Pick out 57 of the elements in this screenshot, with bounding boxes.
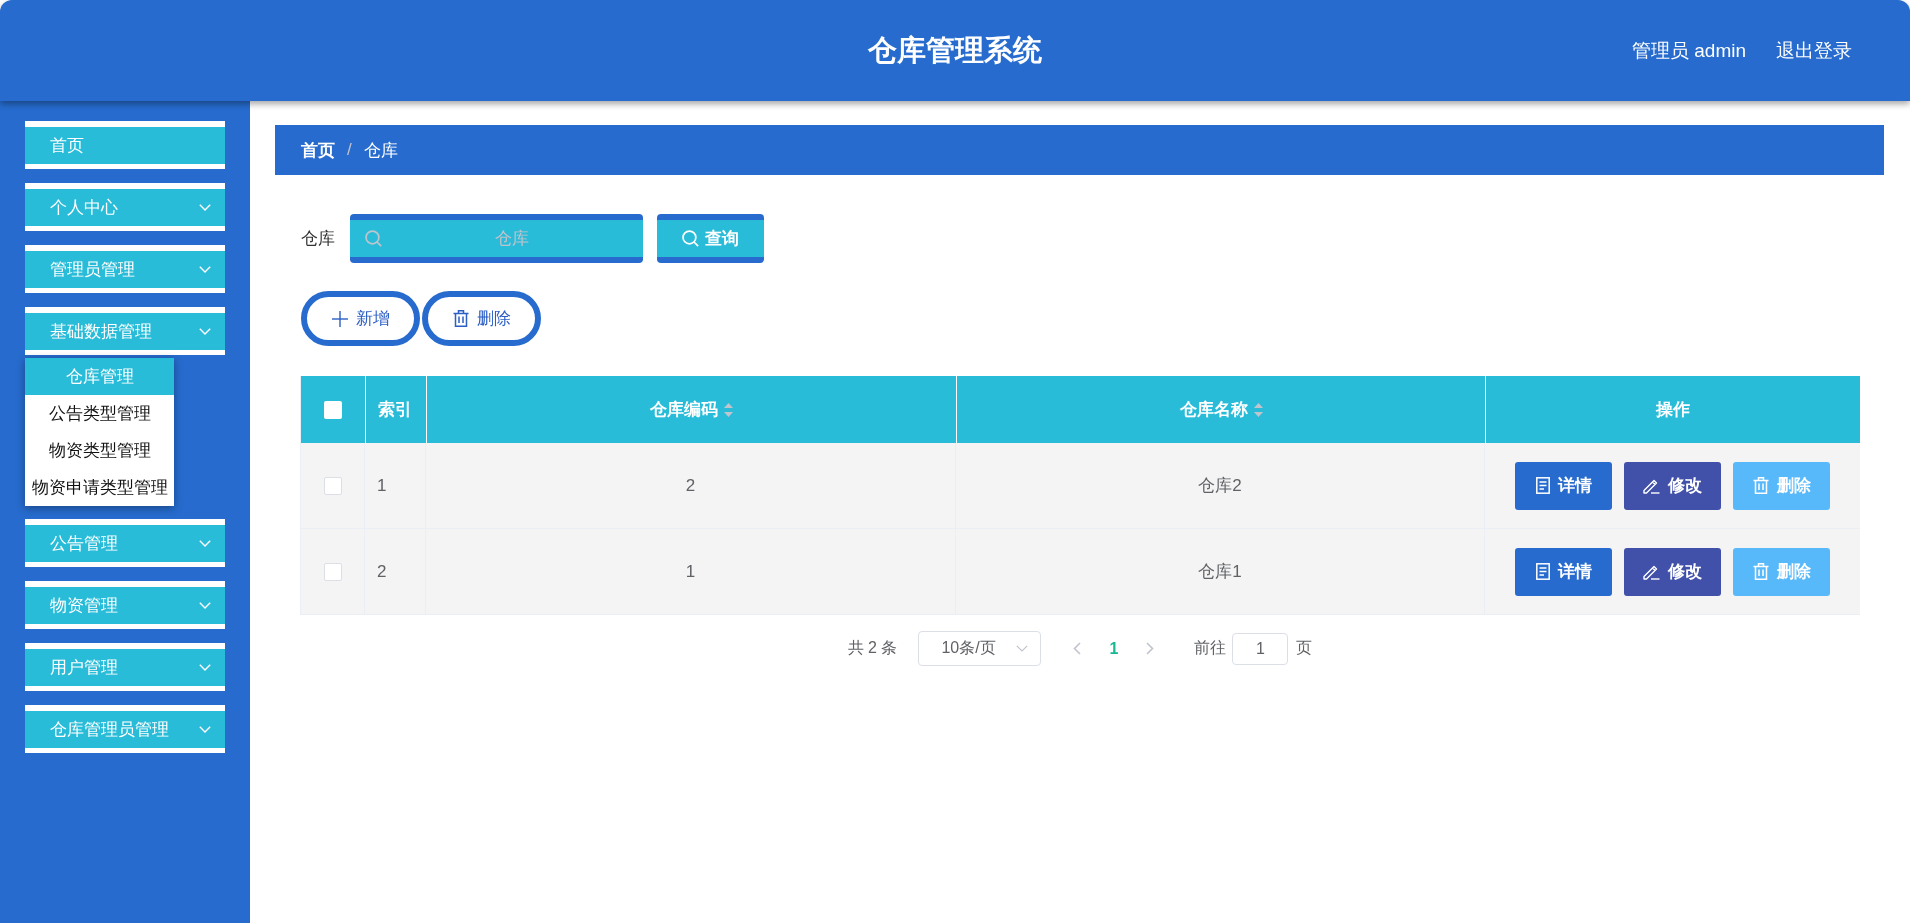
table-cell: 仓库1	[956, 529, 1485, 614]
search-field[interactable]: 仓库	[350, 214, 643, 263]
detail-button[interactable]: 详情	[1515, 547, 1612, 596]
chevron-down-icon	[199, 664, 211, 671]
chevron-down-icon	[199, 602, 211, 609]
submenu-item[interactable]: 物资申请类型管理	[25, 469, 174, 506]
page-suffix: 页	[1296, 638, 1313, 658]
sort-icon[interactable]	[1253, 402, 1263, 417]
document-icon	[1535, 477, 1550, 494]
row-checkbox[interactable]	[323, 476, 342, 495]
plus-icon	[331, 310, 348, 327]
table-cell: 2	[365, 529, 426, 614]
column-header: 索引	[378, 399, 412, 421]
table-cell: 仓库2	[956, 443, 1485, 528]
pencil-icon	[1643, 477, 1660, 494]
trash-icon	[1752, 477, 1769, 494]
chevron-down-icon	[1016, 645, 1029, 652]
search-icon	[365, 230, 382, 247]
document-icon	[1535, 563, 1550, 580]
table-cell: 1	[365, 443, 426, 528]
sort-icon[interactable]	[724, 402, 733, 417]
submenu-item[interactable]: 公告类型管理	[25, 395, 174, 432]
detail-button[interactable]: 详情	[1515, 461, 1612, 510]
edit-button[interactable]: 修改	[1624, 547, 1721, 596]
search-label: 仓库	[301, 228, 335, 250]
pencil-icon	[1643, 563, 1660, 580]
column-header: 操作	[1656, 399, 1690, 421]
chevron-down-icon	[199, 266, 211, 273]
table-cell: 1	[426, 529, 956, 614]
page-input[interactable]: 1	[1232, 632, 1289, 665]
chevron-down-icon	[199, 328, 211, 335]
chevron-down-icon	[199, 540, 211, 547]
chevron-down-icon	[199, 204, 211, 211]
logout-link[interactable]: 退出登录	[1776, 37, 1852, 64]
chevron-left-icon[interactable]	[1073, 642, 1082, 655]
column-header: 仓库编码	[650, 399, 718, 421]
search-icon	[682, 230, 699, 247]
total-count: 共 2 条	[847, 638, 898, 658]
row-checkbox[interactable]	[323, 562, 342, 581]
breadcrumb-link[interactable]: 首页	[301, 138, 335, 162]
user-label: 管理员 admin	[1631, 38, 1746, 63]
delete-button[interactable]: 删除	[422, 291, 541, 346]
breadcrumb-separator: /	[347, 140, 352, 160]
submenu-item[interactable]: 物资类型管理	[25, 432, 174, 469]
trash-icon	[452, 310, 469, 327]
app-title: 仓库管理系统	[868, 32, 1042, 68]
column-header: 仓库名称	[1179, 399, 1248, 421]
goto-label: 前往	[1194, 638, 1227, 658]
add-button[interactable]: 新增	[301, 291, 420, 346]
select-all-checkbox[interactable]	[324, 400, 342, 419]
breadcrumb-current: 仓库	[363, 139, 398, 162]
page-size-select[interactable]: 10条/页	[918, 631, 1042, 666]
chevron-down-icon	[199, 726, 211, 733]
chevron-right-icon[interactable]	[1146, 642, 1155, 655]
edit-button[interactable]: 修改	[1624, 461, 1721, 510]
table-cell: 2	[426, 443, 956, 528]
trash-icon	[1752, 563, 1769, 580]
